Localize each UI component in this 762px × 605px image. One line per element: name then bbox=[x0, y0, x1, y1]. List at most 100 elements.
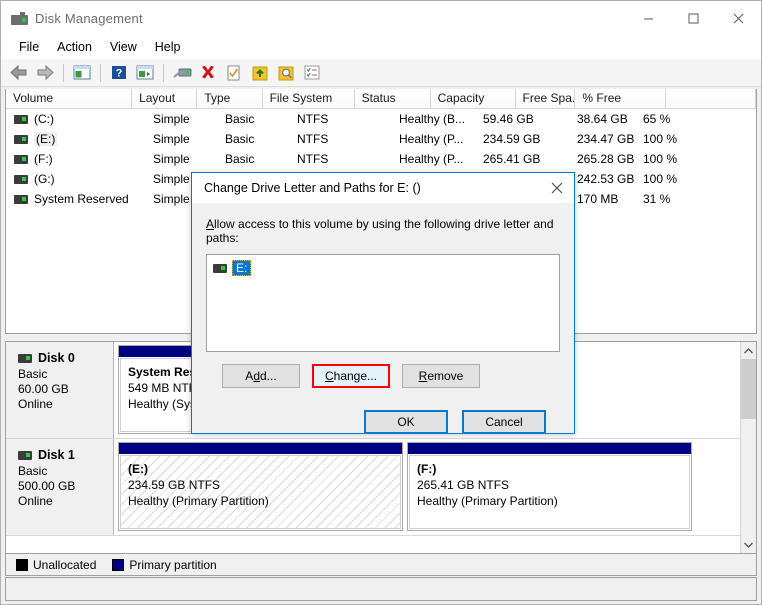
disk-pane-scrollbar[interactable] bbox=[740, 342, 756, 553]
menu-help[interactable]: Help bbox=[146, 37, 190, 57]
legend-item-unallocated: Unallocated bbox=[16, 558, 96, 572]
cell-free-space: 234.47 GB bbox=[577, 132, 635, 146]
partition-name: (F:) bbox=[417, 462, 437, 476]
column-header-file-system[interactable]: File System bbox=[262, 89, 355, 108]
find-icon[interactable] bbox=[274, 61, 298, 85]
disk-management-window: Disk Management File Action View Help ? … bbox=[0, 0, 762, 605]
drive-letter-list[interactable]: E: bbox=[206, 254, 560, 352]
remove-button[interactable]: Remove bbox=[402, 364, 480, 388]
delete-icon[interactable] bbox=[196, 61, 220, 85]
disk-size: 60.00 GB bbox=[18, 382, 69, 396]
cell-free-space: 38.64 GB bbox=[577, 112, 628, 126]
legend-label-primary-partition: Primary partition bbox=[129, 557, 217, 572]
show-hide-console-tree-icon[interactable] bbox=[70, 61, 94, 85]
change-button[interactable]: Change... bbox=[312, 364, 390, 388]
svg-text:?: ? bbox=[116, 68, 123, 80]
disk-icon bbox=[14, 174, 28, 184]
table-row[interactable]: (C:) Simple Basic NTFS Healthy (B... 59.46 GB… bbox=[6, 109, 756, 129]
disk-type: Basic bbox=[18, 367, 48, 381]
column-header-blank[interactable] bbox=[665, 89, 756, 108]
column-header-status[interactable]: Status bbox=[354, 89, 431, 108]
dialog-instruction: Allow access to this volume by using the… bbox=[206, 217, 560, 245]
cell-percent-free: 100 % bbox=[643, 152, 678, 166]
disk-icon bbox=[14, 194, 28, 204]
list-icon[interactable] bbox=[300, 61, 324, 85]
disk-icon bbox=[213, 263, 227, 273]
cell-volume-label: (F:) bbox=[34, 152, 53, 166]
volume-list-header: Volume Layout Type File System Status Capacit… bbox=[6, 89, 756, 109]
list-item[interactable]: E: bbox=[213, 260, 252, 276]
disk-info-disk-1[interactable]: Disk 1 Basic 500.00 GB Online bbox=[6, 439, 114, 535]
window-controls bbox=[626, 1, 761, 35]
disk-icon bbox=[14, 134, 28, 144]
cell-file-system: NTFS bbox=[297, 112, 329, 126]
cell-capacity: 234.59 GB bbox=[483, 132, 541, 146]
back-icon[interactable] bbox=[7, 61, 31, 85]
cell-free-space: 170 MB bbox=[577, 192, 619, 206]
partition-status: Healthy (Primary Partition) bbox=[128, 494, 269, 508]
close-button[interactable] bbox=[716, 1, 761, 35]
column-header-type[interactable]: Type bbox=[197, 89, 263, 108]
change-button-accel: C bbox=[324, 369, 334, 383]
help-icon[interactable]: ? bbox=[107, 61, 131, 85]
change-button-post: hange... bbox=[333, 369, 378, 383]
add-button[interactable]: Ad d... bbox=[222, 364, 300, 388]
column-header-free[interactable]: % Free bbox=[575, 89, 666, 108]
cell-status: Healthy (B... bbox=[399, 112, 466, 126]
cell-percent-free: 65 % bbox=[643, 112, 671, 126]
cell-type: Basic bbox=[225, 152, 255, 166]
cell-free-space: 265.28 GB bbox=[577, 152, 635, 166]
toolbar-separator bbox=[63, 63, 64, 82]
cell-volume-label: (C:) bbox=[34, 112, 54, 126]
scroll-up-icon[interactable] bbox=[741, 342, 757, 359]
menu-file[interactable]: File bbox=[10, 37, 48, 57]
maximize-button[interactable] bbox=[671, 1, 716, 35]
disk-icon bbox=[14, 114, 28, 124]
cell-free-space: 242.53 GB bbox=[577, 172, 635, 186]
dialog-title-bar: Change Drive Letter and Paths for E: () bbox=[192, 173, 574, 203]
menu-view[interactable]: View bbox=[101, 37, 146, 57]
column-header-free-spa[interactable]: Free Spa... bbox=[515, 89, 576, 108]
partition-status: Healthy (Primary Partition) bbox=[417, 494, 558, 508]
forward-icon[interactable] bbox=[33, 61, 57, 85]
cancel-button[interactable]: Cancel bbox=[462, 410, 546, 434]
cell-capacity: 59.46 GB bbox=[483, 112, 534, 126]
dialog-close-button[interactable] bbox=[540, 173, 574, 203]
rescan-disks-icon[interactable] bbox=[170, 61, 194, 85]
disk-type: Basic bbox=[18, 464, 48, 478]
disk-partitions: (E:) 234.59 GB NTFS Healthy (Primary Parti… bbox=[114, 439, 756, 535]
partition-size: 265.41 GB NTFS bbox=[417, 478, 510, 492]
cell-volume: (C:) bbox=[6, 112, 146, 126]
ok-button[interactable]: OK bbox=[364, 410, 448, 434]
export-list-icon[interactable] bbox=[248, 61, 272, 85]
scroll-track[interactable] bbox=[740, 359, 756, 536]
show-hide-action-pane-icon[interactable] bbox=[133, 61, 157, 85]
dialog-instruction-text: llow access to this volume by using the … bbox=[206, 217, 554, 245]
list-item-label: E: bbox=[232, 260, 252, 276]
legend: Unallocated Primary partition bbox=[5, 554, 757, 576]
table-row[interactable]: (F:) Simple Basic NTFS Healthy (P... 265.41 G… bbox=[6, 149, 756, 169]
disk-row: Disk 1 Basic 500.00 GB Online (E:) 234.59 GB … bbox=[6, 439, 756, 536]
cell-capacity: 265.41 GB bbox=[483, 152, 541, 166]
disk-info-disk-0[interactable]: Disk 0 Basic 60.00 GB Online bbox=[6, 342, 114, 438]
menu-action[interactable]: Action bbox=[48, 37, 101, 57]
partition-block[interactable]: (F:) 265.41 GB NTFS Healthy (Primary Parti… bbox=[407, 442, 692, 531]
cell-percent-free: 100 % bbox=[643, 172, 678, 186]
remove-button-accel: R bbox=[418, 369, 428, 383]
table-row[interactable]: (E:) Simple Basic NTFS Healthy (P... 234.59 G… bbox=[6, 129, 756, 149]
cell-layout: Simple bbox=[153, 152, 190, 166]
minimize-button[interactable] bbox=[626, 1, 671, 35]
legend-swatch-primary-partition bbox=[112, 558, 125, 571]
column-header-volume[interactable]: Volume bbox=[6, 89, 133, 108]
properties-icon[interactable] bbox=[222, 61, 246, 85]
scroll-down-icon[interactable] bbox=[741, 536, 757, 553]
column-header-layout[interactable]: Layout bbox=[132, 89, 198, 108]
cell-layout: Simple bbox=[153, 112, 190, 126]
scroll-thumb[interactable] bbox=[740, 359, 756, 419]
partition-block[interactable]: (E:) 234.59 GB NTFS Healthy (Primary Parti… bbox=[118, 442, 403, 531]
column-header-capacity[interactable]: Capacity bbox=[430, 89, 516, 108]
add-button-accel: d bbox=[253, 369, 260, 383]
cell-percent-free: 31 % bbox=[643, 192, 671, 206]
change-drive-letter-dialog: Change Drive Letter and Paths for E: () … bbox=[191, 172, 575, 434]
cell-volume-label: (G:) bbox=[34, 172, 55, 186]
